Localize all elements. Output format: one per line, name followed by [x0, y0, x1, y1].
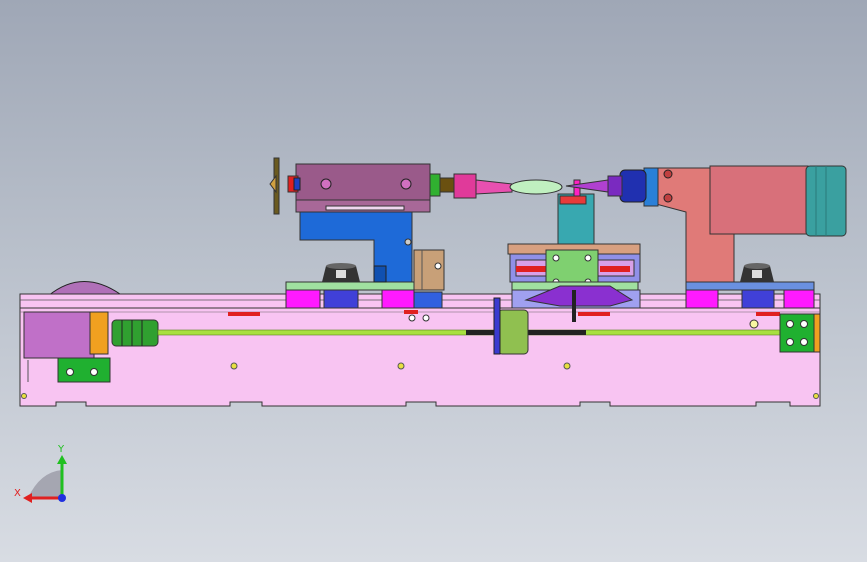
blue-block — [741, 289, 775, 309]
tailstock-knob-highlight — [752, 270, 762, 278]
adjust-screw — [408, 314, 416, 322]
shaft-coupling — [111, 319, 159, 347]
tailstock-clamp-knob-top — [744, 263, 770, 269]
triad-y-label: Y — [57, 444, 65, 455]
base-screw — [813, 393, 819, 399]
toolholder-post-top — [559, 195, 587, 205]
housing-screw — [400, 178, 412, 190]
stepper-motor-body — [23, 311, 95, 359]
base-screw — [563, 362, 571, 370]
red-marker — [756, 312, 780, 316]
red-marker — [404, 310, 418, 314]
mount-screw — [66, 368, 74, 376]
blue-block — [413, 291, 443, 309]
blue-block — [323, 289, 359, 309]
lathe-assembly-drawing: X Y — [14, 157, 847, 503]
nut-flange — [493, 297, 501, 355]
magenta-pad — [783, 289, 815, 309]
center-block-screw — [584, 254, 592, 262]
handwheel-shaft — [293, 177, 301, 191]
housing-screw — [320, 178, 332, 190]
red-marker — [578, 312, 610, 316]
tailstock-base-plate — [685, 281, 815, 291]
adjust-screw — [422, 314, 430, 322]
limit-switch — [749, 319, 759, 329]
chuck-nose — [475, 179, 513, 195]
tailstock-quill-housing — [619, 169, 647, 203]
coordinate-triad: X Y — [14, 444, 67, 503]
brass-slide — [413, 249, 445, 291]
bearing-cap — [813, 313, 821, 353]
bearing-screw — [786, 338, 794, 346]
tool-bit — [572, 290, 576, 322]
bracket-hole — [404, 238, 412, 246]
handwheel-handle — [269, 174, 277, 194]
triad-plane-shade — [28, 470, 62, 498]
carriage-red-bar — [516, 266, 548, 272]
red-marker — [228, 312, 260, 316]
workpiece — [509, 179, 563, 195]
tailstock-quill — [607, 175, 623, 197]
base-screw — [397, 362, 405, 370]
bearing-screw — [800, 320, 808, 328]
clamp-knob-highlight — [336, 270, 346, 278]
chuck — [453, 173, 477, 199]
bracket-detail — [373, 265, 387, 283]
mount-screw — [90, 368, 98, 376]
center-block-screw — [552, 254, 560, 262]
magenta-pad — [285, 289, 321, 309]
cad-viewport[interactable]: X Y — [0, 0, 867, 562]
base-screw — [230, 362, 238, 370]
housing-slot — [325, 205, 405, 211]
end-bearing-block — [779, 313, 817, 353]
motor-mount-plate — [57, 357, 111, 383]
leadscrew-nut — [497, 309, 529, 355]
stepper-motor-flange — [89, 311, 109, 355]
base-screw — [21, 393, 27, 399]
tailstock-screw — [663, 193, 673, 203]
triad-z-axis — [58, 494, 66, 502]
tailstock-cylinder — [709, 165, 809, 235]
tailstock-center — [565, 179, 609, 193]
triad-x-arrow — [23, 493, 32, 503]
magenta-pad — [381, 289, 415, 309]
bearing-screw — [800, 338, 808, 346]
spindle-collar — [429, 173, 441, 197]
clamp-knob-top — [326, 263, 356, 269]
bearing-screw — [786, 320, 794, 328]
triad-x-label: X — [14, 488, 21, 499]
brass-slide-screw — [434, 262, 442, 270]
triad-y-arrow — [57, 455, 67, 464]
tailstock-screw — [663, 169, 673, 179]
magenta-pad — [685, 289, 719, 309]
carriage-red-bar — [600, 266, 630, 272]
